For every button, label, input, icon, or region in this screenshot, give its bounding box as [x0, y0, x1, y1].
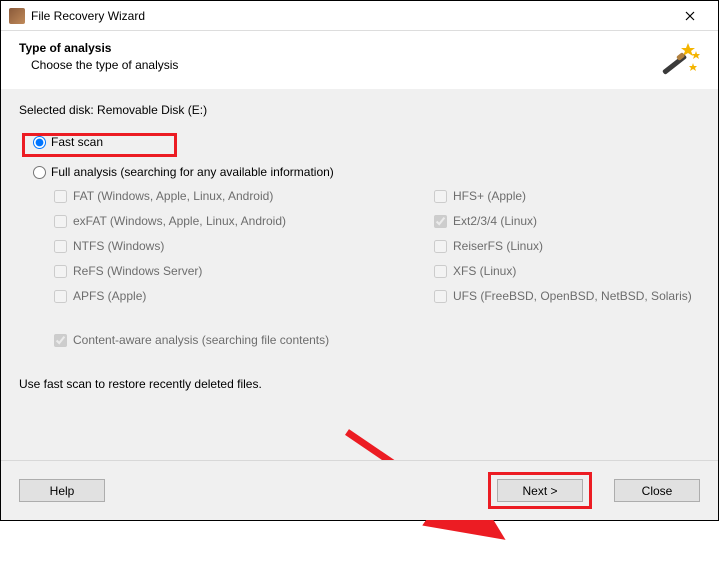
radio-full-analysis[interactable]: Full analysis (searching for any availab…: [33, 165, 700, 179]
checkbox-exfat[interactable]: exFAT (Windows, Apple, Linux, Android): [54, 214, 434, 228]
wizard-wand-icon: [660, 41, 700, 81]
checkbox-ntfs[interactable]: NTFS (Windows): [54, 239, 434, 253]
checkbox-apfs[interactable]: APFS (Apple): [54, 289, 434, 303]
app-icon: [9, 8, 25, 24]
page-subtitle: Choose the type of analysis: [31, 58, 660, 72]
annotation-highlight-next: Next >: [488, 472, 592, 509]
content-area: Selected disk: Removable Disk (E:) Fast …: [1, 89, 718, 486]
titlebar: File Recovery Wizard: [1, 1, 718, 31]
window-title: File Recovery Wizard: [31, 9, 670, 23]
radio-fast-scan-label: Fast scan: [51, 135, 103, 149]
close-button[interactable]: Close: [614, 479, 700, 502]
checkbox-reiser[interactable]: ReiserFS (Linux): [434, 239, 700, 253]
button-bar: Help Next > Close: [1, 460, 718, 520]
help-button[interactable]: Help: [19, 479, 105, 502]
radio-fast-scan[interactable]: Fast scan: [33, 135, 700, 149]
page-title: Type of analysis: [19, 41, 660, 55]
radio-full-analysis-label: Full analysis (searching for any availab…: [51, 165, 334, 179]
selected-disk-label: Selected disk: Removable Disk (E:): [19, 103, 700, 117]
radio-fast-scan-input[interactable]: [33, 136, 46, 149]
checkbox-content-aware[interactable]: Content-aware analysis (searching file c…: [54, 333, 700, 347]
checkbox-ext[interactable]: Ext2/3/4 (Linux): [434, 214, 700, 228]
checkbox-hfs[interactable]: HFS+ (Apple): [434, 189, 700, 203]
radio-full-analysis-input[interactable]: [33, 166, 46, 179]
hint-text: Use fast scan to restore recently delete…: [19, 377, 700, 391]
checkbox-ufs[interactable]: UFS (FreeBSD, OpenBSD, NetBSD, Solaris): [434, 289, 700, 303]
checkbox-fat[interactable]: FAT (Windows, Apple, Linux, Android): [54, 189, 434, 203]
close-icon[interactable]: [670, 2, 710, 30]
wizard-header: Type of analysis Choose the type of anal…: [1, 31, 718, 89]
filesystem-options: FAT (Windows, Apple, Linux, Android) HFS…: [54, 189, 700, 303]
checkbox-refs[interactable]: ReFS (Windows Server): [54, 264, 434, 278]
next-button[interactable]: Next >: [497, 479, 583, 502]
checkbox-xfs[interactable]: XFS (Linux): [434, 264, 700, 278]
